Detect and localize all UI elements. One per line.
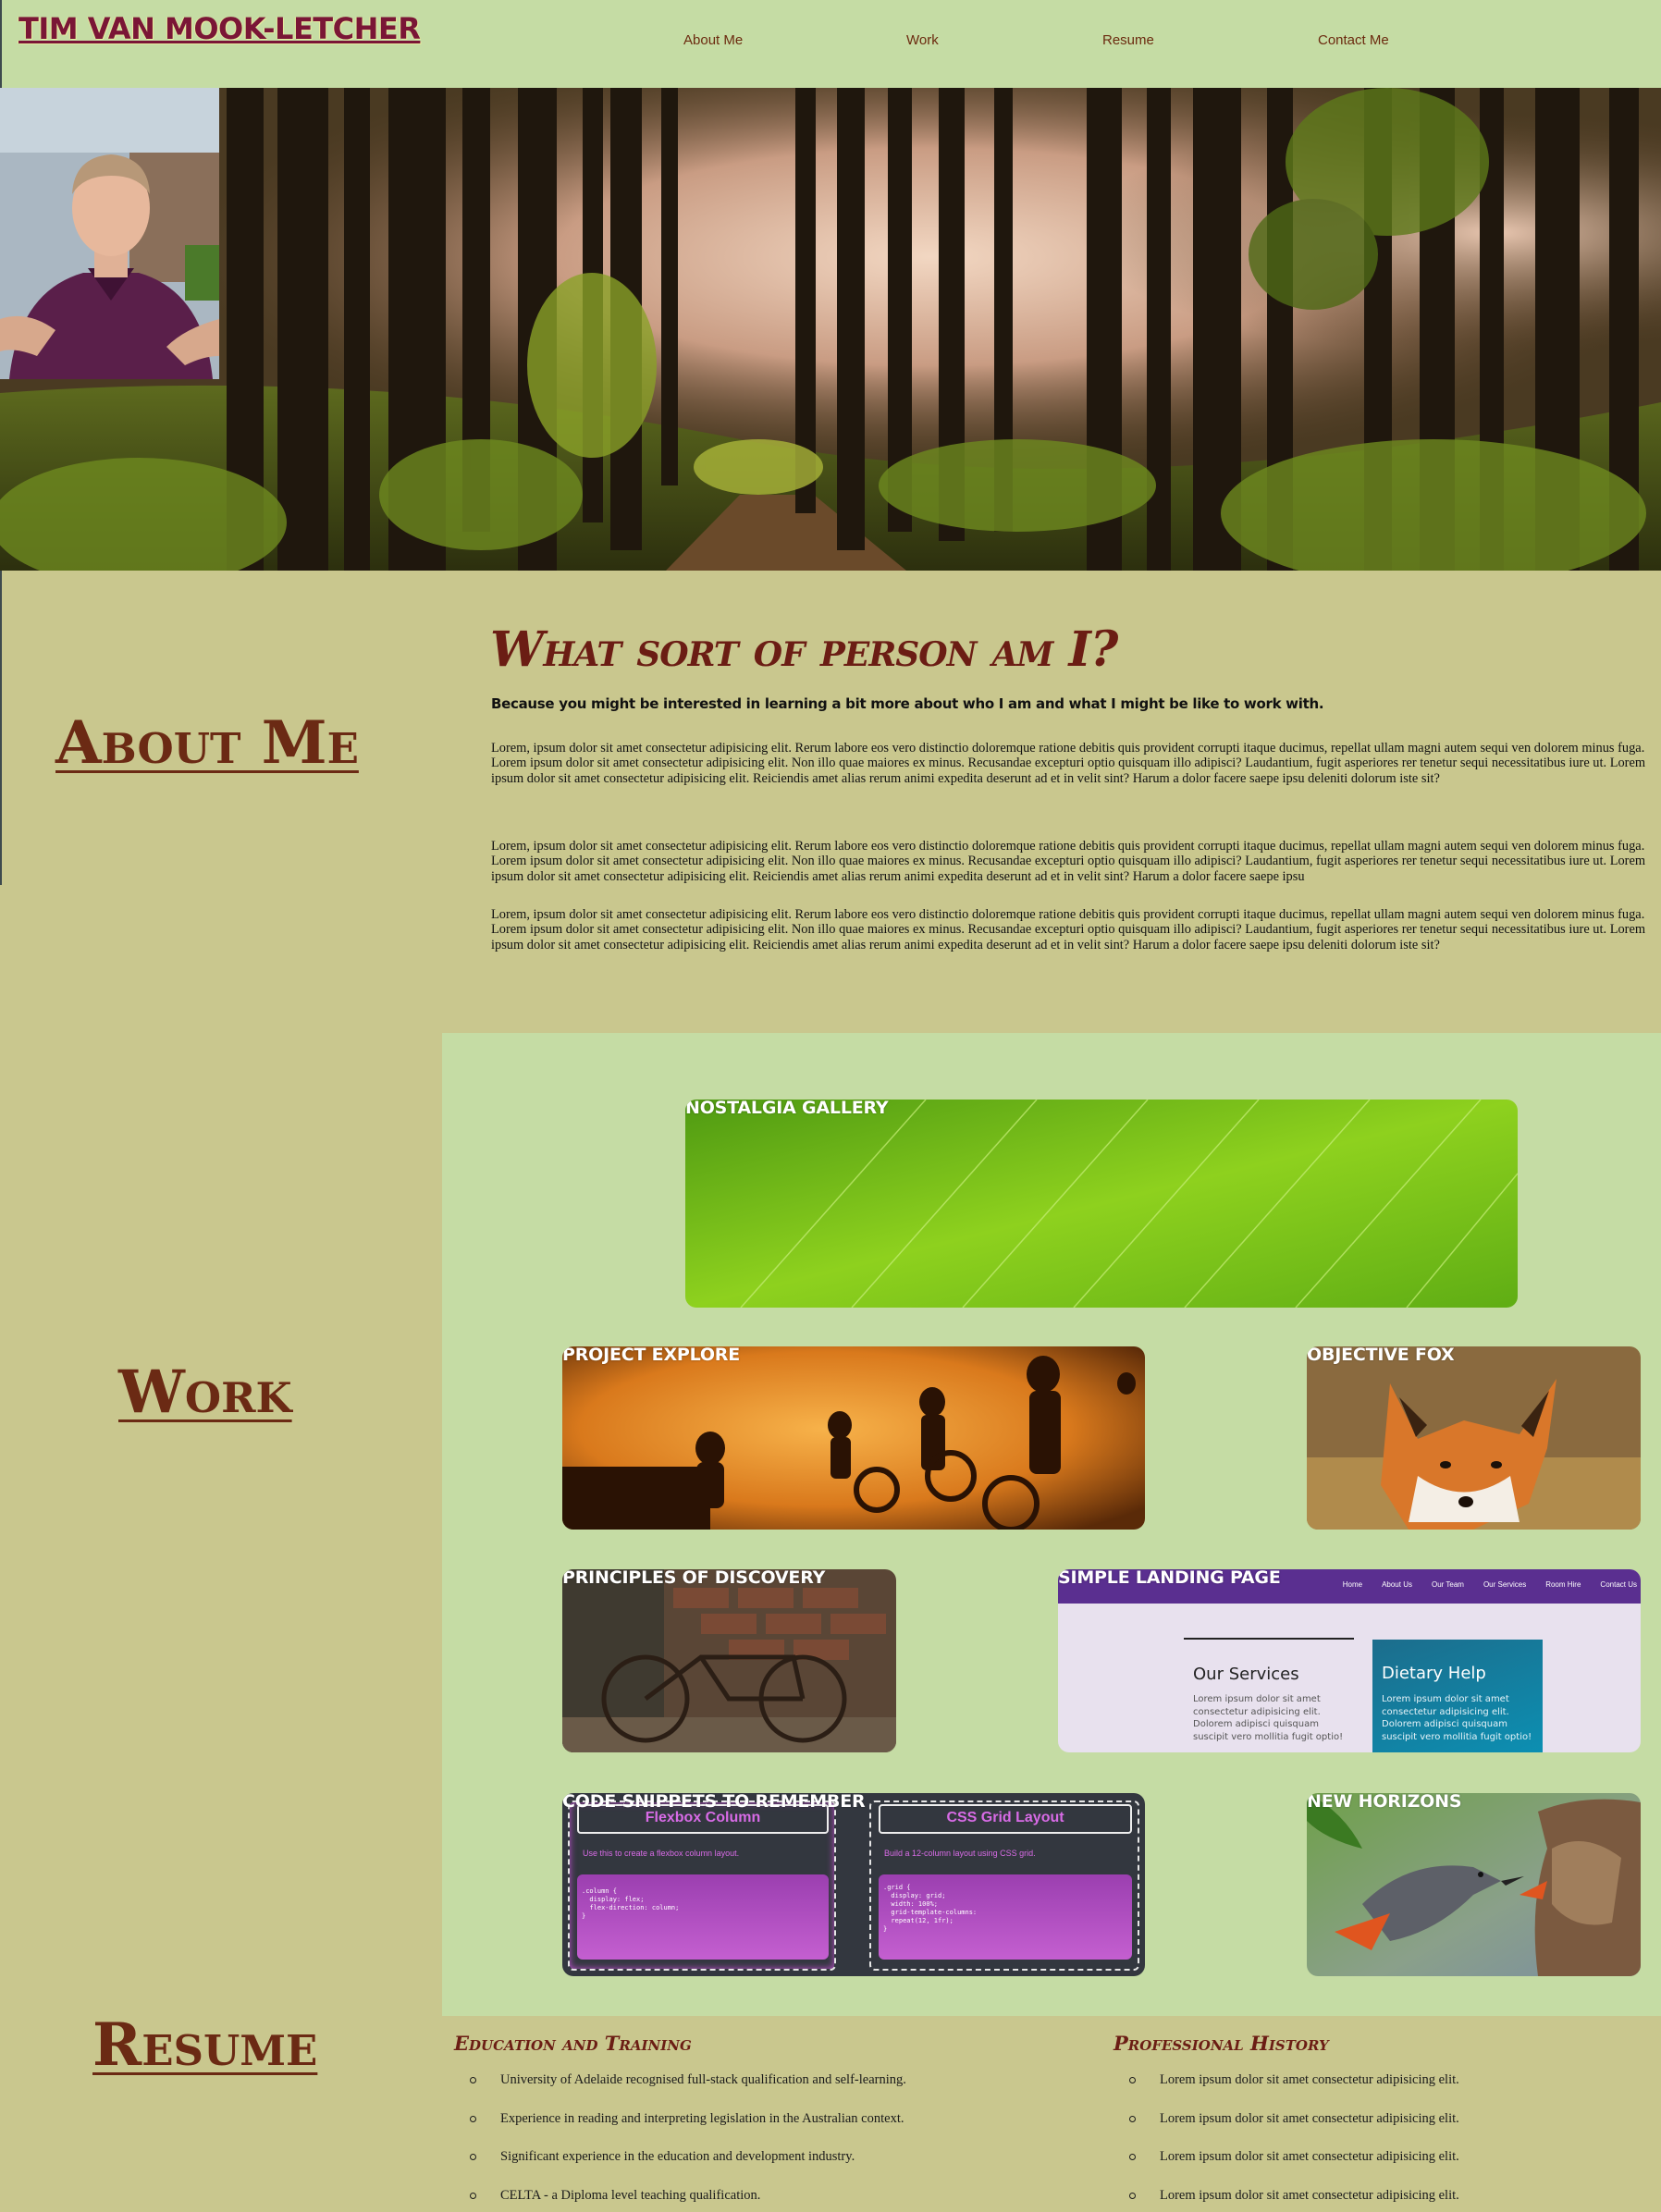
landing-preview-services-title: Our Services: [1193, 1665, 1299, 1684]
list-item: CELTA - a Diploma level teaching qualifi…: [454, 2188, 906, 2212]
snippet-panel-grid: CSS Grid Layout Build a 12-column layout…: [869, 1800, 1139, 1971]
list-item: Significant experience in the education …: [454, 2149, 906, 2188]
old-bicycle-photo: [562, 1569, 896, 1752]
project-title: PROJECT EXPLORE: [562, 1346, 741, 1365]
project-card-nostalgia-gallery[interactable]: NOSTALGIA GALLERY: [685, 1100, 1518, 1308]
snippet-panel-flexbox: Flexbox Column Use this to create a flex…: [568, 1800, 836, 1971]
snippet-description: Build a 12-column layout using CSS grid.: [884, 1849, 1036, 1858]
profile-photo: [0, 88, 219, 379]
list-item: Lorem ipsum dolor sit amet consectetur a…: [1113, 2149, 1459, 2188]
landing-preview-dietary-text: Lorem ipsum dolor sit amet consectetur a…: [1382, 1694, 1532, 1742]
project-card-new-horizons[interactable]: NEW HORIZONS: [1307, 1793, 1641, 1976]
green-leaf-photo: [685, 1100, 1518, 1308]
education-heading: Education and Training: [454, 2032, 692, 2055]
hero-banner: [0, 88, 1661, 571]
project-card-simple-landing-page[interactable]: Home About Us Our Team Our Services Room…: [1058, 1569, 1641, 1752]
list-item: Lorem ipsum dolor sit amet consectetur a…: [1113, 2188, 1459, 2212]
project-title: CODE SNIPPETS TO REMEMBER: [562, 1793, 866, 1812]
landing-preview-nav-item: Our Services: [1483, 1580, 1527, 1589]
resume-section-heading: Resume: [92, 2010, 318, 2080]
project-title: PRINCIPLES OF DISCOVERY: [562, 1569, 826, 1588]
about-subtitle: Because you might be interested in learn…: [491, 695, 1324, 712]
list-item: Lorem ipsum dolor sit amet consectetur a…: [1113, 2111, 1459, 2150]
education-list: University of Adelaide recognised full-s…: [454, 2072, 906, 2212]
about-paragraph: Lorem, ipsum dolor sit amet consectetur …: [491, 907, 1646, 952]
project-title: SIMPLE LANDING PAGE: [1058, 1569, 1281, 1588]
project-card-code-snippets[interactable]: Flexbox Column Use this to create a flex…: [562, 1793, 1145, 1976]
about-title: What sort of person am I?: [490, 621, 1118, 678]
project-card-objective-fox[interactable]: OBJECTIVE FOX: [1307, 1346, 1641, 1530]
snippet-code: .grid { display: grid; width: 100%; grid…: [879, 1874, 1132, 1960]
snippet-title: CSS Grid Layout: [879, 1804, 1132, 1834]
landing-preview-dietary-title: Dietary Help: [1382, 1664, 1486, 1683]
site-title-link[interactable]: TIM VAN MOOK-LETCHER: [18, 11, 421, 46]
forest-path-photo: [0, 88, 1661, 571]
nav-contact-me[interactable]: Contact Me: [1318, 32, 1389, 48]
project-card-principles-of-discovery[interactable]: PRINCIPLES OF DISCOVERY: [562, 1569, 896, 1752]
project-title: OBJECTIVE FOX: [1307, 1346, 1455, 1365]
landing-preview-rule: [1184, 1638, 1354, 1640]
project-title: NOSTALGIA GALLERY: [685, 1100, 889, 1118]
about-section-heading: About Me: [55, 708, 359, 778]
nav-work[interactable]: Work: [906, 32, 939, 48]
fox-photo: [1307, 1346, 1641, 1530]
snippet-description: Use this to create a flexbox column layo…: [583, 1849, 740, 1858]
list-item: Experience in reading and interpreting l…: [454, 2111, 906, 2150]
about-paragraph: Lorem, ipsum dolor sit amet consectetur …: [491, 741, 1646, 786]
landing-preview-nav-item: Contact Us: [1600, 1580, 1637, 1589]
landing-preview-services-text: Lorem ipsum dolor sit amet consectetur a…: [1193, 1694, 1344, 1742]
project-title: NEW HORIZONS: [1307, 1793, 1462, 1812]
nav-resume[interactable]: Resume: [1102, 32, 1154, 48]
list-item: Lorem ipsum dolor sit amet consectetur a…: [1113, 2072, 1459, 2111]
snippet-code: .column { display: flex; flex-direction:…: [577, 1874, 829, 1960]
landing-preview-dietary-card: Dietary Help Lorem ipsum dolor sit amet …: [1372, 1640, 1543, 1752]
section-divider: [0, 571, 2, 885]
site-header: TIM VAN MOOK-LETCHER About Me Work Resum…: [0, 0, 1661, 88]
birds-feeding-photo: [1307, 1793, 1641, 1976]
landing-preview-nav-item: Our Team: [1431, 1580, 1464, 1589]
landing-preview-nav-item: About Us: [1382, 1580, 1412, 1589]
nav-about-me[interactable]: About Me: [683, 32, 743, 48]
landing-preview-nav-item: Home: [1342, 1580, 1363, 1589]
professional-history-heading: Professional History: [1113, 2032, 1329, 2055]
about-paragraph: Lorem, ipsum dolor sit amet consectetur …: [491, 839, 1646, 884]
project-card-project-explore[interactable]: PROJECT EXPLORE: [562, 1346, 1145, 1530]
work-section-heading: Work: [118, 1358, 292, 1427]
list-item: University of Adelaide recognised full-s…: [454, 2072, 906, 2111]
professional-history-list: Lorem ipsum dolor sit amet consectetur a…: [1113, 2072, 1459, 2212]
children-running-photo: [562, 1346, 1145, 1530]
landing-preview-nav-item: Room Hire: [1545, 1580, 1581, 1589]
